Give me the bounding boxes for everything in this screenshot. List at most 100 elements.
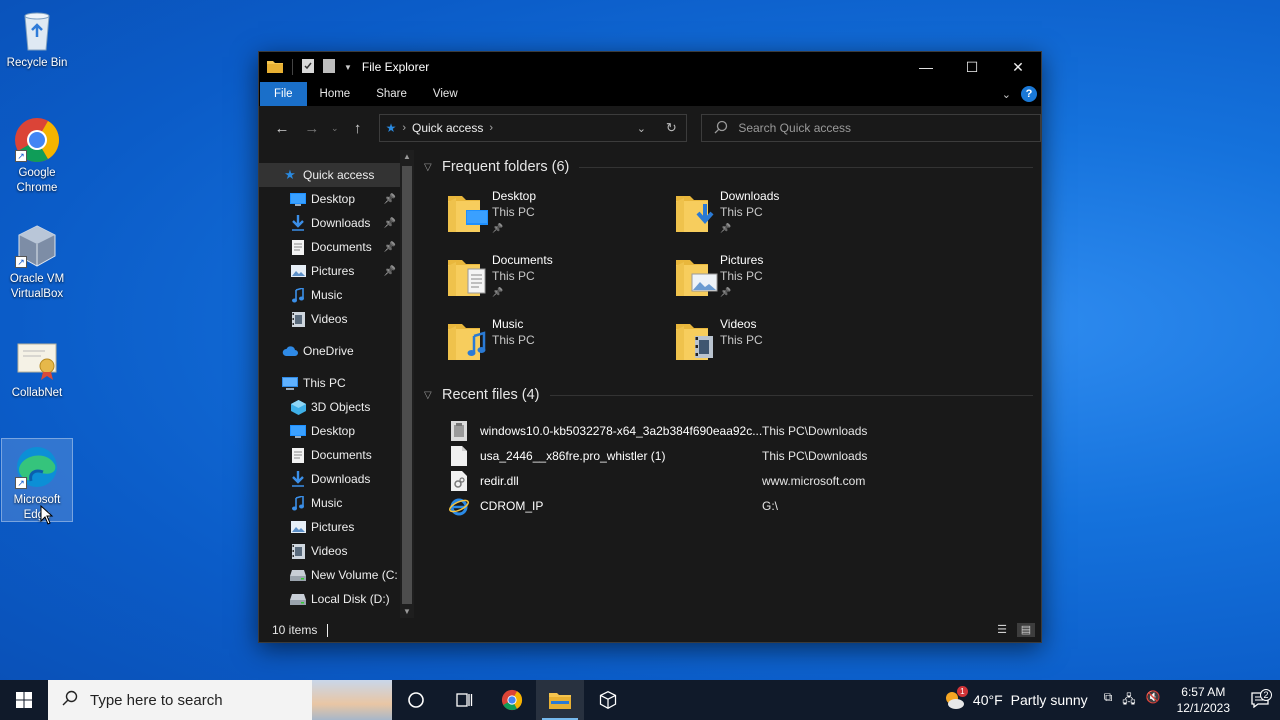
nav-item-desktop[interactable]: Desktop 📌 [259, 187, 400, 211]
scroll-down-icon[interactable]: ▼ [400, 607, 414, 616]
close-button[interactable]: ✕ [995, 52, 1041, 82]
properties-icon[interactable] [302, 58, 314, 76]
tab-share[interactable]: Share [363, 82, 420, 106]
cortana-icon [408, 692, 424, 708]
ribbon-right-controls: ⌄ ? [1002, 82, 1041, 106]
tab-file[interactable]: File [260, 82, 307, 106]
address-box[interactable]: ★ › Quick access › ⌄ ↻ [378, 114, 688, 142]
minimize-button[interactable]: — [903, 52, 949, 82]
recent-file-row[interactable]: windows10.0-kb5032278-x64_3a2b384f690eaa… [448, 418, 1041, 443]
desktop-icon-collabnet[interactable]: CollabNet [1, 336, 73, 401]
recent-file-row[interactable]: redir.dll www.microsoft.com [448, 468, 1041, 493]
breadcrumb-quick-access[interactable]: Quick access [412, 121, 483, 135]
shortcut-arrow-icon: ↗ [15, 256, 27, 268]
nav-item-label: OneDrive [303, 344, 354, 358]
up-button[interactable]: ↑ [343, 115, 373, 141]
nav-item-quick-access[interactable]: ★ Quick access [259, 163, 400, 187]
desktop-icon-google-chrome[interactable]: ↗ Google Chrome [1, 116, 73, 196]
nav-item-music[interactable]: Music [259, 491, 400, 515]
cloud-icon [281, 343, 299, 359]
weather-widget[interactable]: 1 40°F Partly sunny [933, 686, 1098, 710]
expand-ribbon-chevron-icon[interactable]: ⌄ [1002, 88, 1011, 101]
nav-item-label: Videos [311, 544, 348, 558]
cortana-button[interactable] [392, 680, 440, 720]
scroll-up-icon[interactable]: ▲ [400, 152, 414, 161]
frequent-folders-header[interactable]: ▽ Frequent folders (6) [424, 156, 1041, 178]
back-button[interactable]: ← [267, 115, 297, 141]
folder-location: This PC [492, 205, 535, 219]
address-dropdown-icon[interactable]: ⌄ [626, 115, 656, 141]
nav-item-pictures[interactable]: Pictures 📌 [259, 259, 400, 283]
taskbar-virtualbox-button[interactable] [584, 680, 632, 720]
search-input[interactable]: Search Quick access [701, 114, 1041, 142]
volume-muted-icon[interactable]: 🔇 [1146, 690, 1161, 711]
recent-file-row[interactable]: usa_2446__x86fre.pro_whistler (1) This PC… [448, 443, 1041, 468]
main-pane: ▽ Frequent folders (6) Desktop This PC 📌 Do… [414, 150, 1041, 618]
taskbar-chrome-button[interactable] [488, 680, 536, 720]
taskbar: Type here to search 1 40°F Partly sunny … [0, 680, 1280, 720]
recent-file-name: redir.dll [480, 473, 519, 488]
desktop-icon-virtualbox[interactable]: ↗ Oracle VM VirtualBox [1, 222, 73, 302]
search-icon [62, 690, 78, 710]
folder-tile-desktop[interactable]: Desktop This PC 📌 [446, 188, 674, 252]
nav-item-desktop[interactable]: Desktop [259, 419, 400, 443]
tab-view[interactable]: View [420, 82, 471, 106]
folder-tile-documents[interactable]: Documents This PC 📌 [446, 252, 674, 316]
folder-tile-videos[interactable]: Videos This PC [674, 316, 902, 380]
nav-item-3d-objects[interactable]: 3D Objects [259, 395, 400, 419]
nav-item-videos[interactable]: Videos [259, 307, 400, 331]
recent-files-header[interactable]: ▽ Recent files (4) [424, 384, 1041, 406]
scrollbar-thumb[interactable] [402, 166, 412, 604]
nav-item-onedrive[interactable]: OneDrive [259, 339, 400, 363]
start-button[interactable] [0, 680, 48, 720]
nav-item-pictures[interactable]: Pictures [259, 515, 400, 539]
action-center-button[interactable]: 2 [1240, 689, 1280, 708]
network-icon[interactable]: 🖧 [1122, 690, 1135, 711]
recent-locations-button[interactable]: ⌄ [327, 115, 343, 141]
nav-item-downloads[interactable]: Downloads [259, 467, 400, 491]
shortcut-arrow-icon: ↗ [15, 150, 27, 162]
title-bar[interactable]: ▼ File Explorer — ☐ ✕ [259, 52, 1041, 82]
nav-item-downloads[interactable]: Downloads 📌 [259, 211, 400, 235]
refresh-icon[interactable]: ↻ [656, 115, 686, 141]
tab-home[interactable]: Home [307, 82, 364, 106]
nav-item-label: Pictures [311, 264, 355, 278]
task-view-button[interactable] [440, 680, 488, 720]
recent-file-row[interactable]: CDROM_IP G:\ [448, 493, 1041, 518]
details-view-icon[interactable]: ☰ [993, 623, 1011, 637]
nav-item-label: This PC [303, 376, 346, 390]
large-icons-view-icon[interactable]: ▤ [1017, 623, 1035, 637]
taskbar-search-box[interactable]: Type here to search [48, 680, 392, 720]
help-icon[interactable]: ? [1021, 86, 1037, 102]
nav-item-local-disk-d[interactable]: Local Disk (D:) [259, 587, 400, 611]
tray-icons: ⧉ 🖧 🔇 [1098, 690, 1167, 711]
nav-item-new-volume-c[interactable]: New Volume (C: [259, 563, 400, 587]
folder-tile-music[interactable]: Music This PC [446, 316, 674, 380]
collapse-chevron-icon[interactable]: ▽ [424, 162, 442, 173]
nav-item-music[interactable]: Music [259, 283, 400, 307]
folder-tile-pictures[interactable]: Pictures This PC 📌 [674, 252, 902, 316]
breadcrumb-chevron-icon[interactable]: › [489, 122, 493, 134]
folder-tile-downloads[interactable]: Downloads This PC 📌 [674, 188, 902, 252]
navigation-scrollbar[interactable]: ▲ ▼ [400, 150, 414, 618]
nav-item-documents[interactable]: Documents [259, 443, 400, 467]
pin-icon: 📌 [383, 241, 396, 253]
drive-icon [289, 591, 307, 607]
new-folder-icon[interactable] [323, 58, 335, 76]
forward-button[interactable]: → [297, 115, 327, 141]
address-box-controls: ⌄ ↻ [626, 115, 686, 141]
customize-toolbar-chevron-icon[interactable]: ▼ [344, 63, 352, 72]
clock[interactable]: 6:57 AM 12/1/2023 [1167, 684, 1240, 716]
desktop-icon-recycle-bin[interactable]: Recycle Bin [1, 6, 73, 71]
recent-file-location: This PC\Downloads [762, 448, 868, 463]
pictures-folder-icon [674, 252, 718, 300]
nav-item-videos[interactable]: Videos [259, 539, 400, 563]
maximize-button[interactable]: ☐ [949, 52, 995, 82]
toolbar-separator [292, 59, 293, 75]
collapse-chevron-icon[interactable]: ▽ [424, 390, 442, 401]
nav-item-this-pc[interactable]: This PC [259, 371, 400, 395]
device-icon[interactable]: ⧉ [1104, 690, 1113, 711]
desktop-icon-microsoft-edge[interactable]: ↗ Microsoft Edge [1, 438, 73, 522]
taskbar-file-explorer-button[interactable] [536, 680, 584, 720]
nav-item-documents[interactable]: Documents 📌 [259, 235, 400, 259]
